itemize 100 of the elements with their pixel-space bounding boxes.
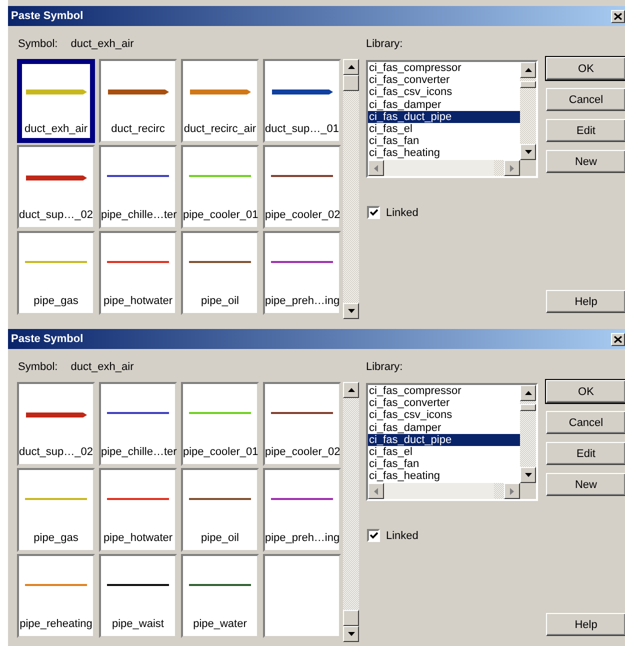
library-item[interactable]: ci_fas_csv_icons [368, 409, 520, 422]
symbol-tile[interactable]: duct_exh_air [17, 59, 95, 143]
library-list[interactable]: ci_fas_compressor ci_fas_converter ci_fas_csv_icons ci_fas_damper ci_fas_duct_pipe ci_fas_el ci_fas_fan ci_fas_heating [366, 383, 538, 501]
scroll-bar[interactable] [343, 59, 359, 319]
library-item[interactable]: ci_fas_compressor [368, 385, 520, 398]
symbol-tile[interactable]: pipe_hotwater [99, 231, 177, 315]
symbol-label: pipe_cooler_01 [183, 209, 257, 221]
help-button[interactable]: Help [546, 613, 625, 636]
symbol-tile[interactable]: pipe_chille…ter [99, 382, 177, 466]
scroll-up-button[interactable] [520, 62, 536, 78]
library-item[interactable]: ci_fas_heating [368, 147, 520, 160]
scroll-corner [520, 483, 536, 499]
scroll-left-button[interactable] [368, 160, 384, 176]
scroll-thumb[interactable] [384, 483, 494, 499]
library-item[interactable]: ci_fas_converter [368, 74, 520, 86]
dialog-button[interactable]: Cancel [546, 411, 625, 434]
scroll-down-button[interactable] [520, 144, 536, 160]
dialog-button[interactable]: Edit [546, 442, 625, 465]
scroll-bar[interactable] [343, 382, 359, 642]
scroll-up-button[interactable] [520, 385, 536, 401]
symbol-label: duct_recirc [110, 123, 166, 135]
library-item[interactable]: ci_fas_fan [368, 135, 520, 148]
scroll-down-button[interactable] [343, 626, 359, 642]
symbol-tile[interactable]: pipe_cooler_01 [181, 145, 259, 229]
symbol-label: duct_sup…_02 [19, 446, 93, 458]
dialog-button[interactable]: Edit [546, 119, 625, 142]
scroll-right-button[interactable] [504, 160, 520, 176]
scroll-thumb[interactable] [520, 81, 536, 88]
library-list[interactable]: ci_fas_compressor ci_fas_converter ci_fas_csv_icons ci_fas_damper ci_fas_duct_pipe ci_fas_el ci_fas_fan ci_fas_heating [366, 60, 538, 178]
up-arrow-icon [524, 391, 532, 395]
up-arrow-icon [348, 65, 354, 69]
scroll-left-button[interactable] [368, 483, 384, 499]
scroll-corner [520, 160, 536, 176]
symbol-label: Symbol: [18, 361, 58, 373]
symbol-tile[interactable]: pipe_gas [17, 468, 95, 552]
scroll-up-button[interactable] [343, 59, 359, 75]
symbol-tile[interactable]: pipe_oil [181, 468, 259, 552]
symbol-label: pipe_hotwater [102, 532, 174, 544]
symbol-tile[interactable]: duct_recirc [99, 59, 177, 143]
symbol-tile[interactable] [263, 554, 341, 638]
library-item[interactable]: ci_fas_fan [368, 458, 520, 470]
symbol-tile[interactable]: pipe_waist [99, 554, 177, 638]
symbol-tile[interactable]: pipe_hotwater [99, 468, 177, 552]
symbol-tile[interactable]: pipe_cooler_01 [181, 382, 259, 466]
symbol-tile[interactable]: pipe_gas [17, 231, 95, 315]
scroll-thumb[interactable] [343, 610, 359, 626]
checkmark-icon [370, 209, 378, 216]
library-item[interactable]: ci_fas_el [368, 122, 520, 136]
dialog-button[interactable]: OK [546, 380, 625, 403]
library-item[interactable]: ci_fas_duct_pipe [368, 434, 520, 446]
dialog-button[interactable]: New [546, 473, 625, 496]
symbol-tile[interactable]: pipe_reheating [17, 554, 95, 638]
symbol-tile[interactable]: duct_sup…_01 [263, 59, 341, 143]
library-item[interactable]: ci_fas_damper [368, 98, 520, 111]
library-item[interactable]: ci_fas_el [368, 446, 520, 458]
close-button[interactable] [611, 10, 625, 22]
linked-label: Linked [386, 206, 418, 218]
scroll-right-button[interactable] [504, 483, 520, 499]
symbol-label: pipe_waist [111, 618, 165, 630]
scroll-down-button[interactable] [343, 303, 359, 319]
up-arrow-icon [348, 388, 354, 392]
library-item[interactable]: ci_fas_duct_pipe [368, 110, 520, 123]
symbol-name: duct_exh_air [70, 38, 134, 50]
symbol-label: pipe_preh…ing [265, 532, 339, 544]
right-arrow-icon [510, 488, 514, 494]
checkmark-icon [370, 532, 378, 539]
dialog-button[interactable]: OK [546, 57, 625, 80]
symbol-tile[interactable]: duct_sup…_02 [17, 145, 95, 229]
library-label: Library: [366, 361, 404, 375]
library-item[interactable]: ci_fas_damper [368, 422, 520, 434]
symbol-tile[interactable]: pipe_water [181, 554, 259, 638]
help-button[interactable]: Help [546, 290, 625, 313]
symbol-tile[interactable]: pipe_cooler_02 [263, 145, 341, 229]
linked-label: Linked [386, 530, 418, 542]
symbol-tile[interactable]: pipe_cooler_02 [263, 382, 341, 466]
symbol-label: duct_sup…_02 [19, 209, 93, 221]
symbol-tile[interactable]: pipe_oil [181, 231, 259, 315]
library-item[interactable]: ci_fas_heating [368, 470, 520, 482]
scroll-down-button[interactable] [520, 467, 536, 483]
symbol-tile[interactable]: pipe_preh…ing [263, 231, 341, 315]
symbol-tile[interactable]: pipe_preh…ing [263, 468, 341, 552]
scroll-thumb[interactable] [343, 75, 359, 91]
scroll-up-button[interactable] [343, 382, 359, 398]
scroll-thumb[interactable] [520, 404, 536, 411]
symbol-tile[interactable]: duct_recirc_air [181, 59, 259, 143]
linked-checkbox[interactable] [367, 529, 380, 542]
symbol-tile[interactable]: duct_sup…_02 [17, 382, 95, 466]
library-item[interactable]: ci_fas_compressor [368, 62, 520, 74]
dialog-button[interactable]: New [546, 150, 625, 173]
symbol-label: pipe_cooler_02 [265, 446, 339, 458]
symbol-label: pipe_gas [32, 532, 80, 544]
symbol-label: pipe_hotwater [102, 295, 174, 307]
linked-checkbox[interactable] [367, 206, 380, 219]
symbol-tile[interactable]: pipe_chille…ter [99, 145, 177, 229]
library-item[interactable]: ci_fas_converter [368, 397, 520, 410]
scroll-thumb[interactable] [384, 160, 494, 176]
close-icon [614, 12, 622, 20]
dialog-button[interactable]: Cancel [546, 88, 625, 111]
library-item[interactable]: ci_fas_csv_icons [368, 86, 520, 99]
close-button[interactable] [611, 332, 625, 346]
